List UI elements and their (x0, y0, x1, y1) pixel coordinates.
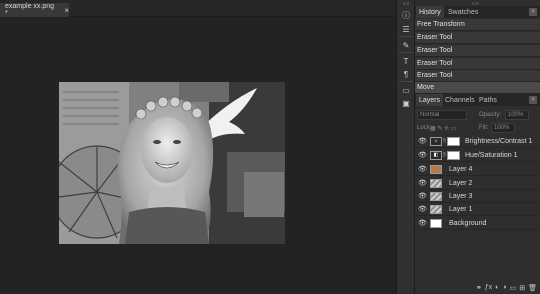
history-item[interactable]: Eraser Tool (415, 58, 540, 70)
layer-name: Layer 3 (449, 192, 473, 200)
canvas-area[interactable] (0, 17, 396, 294)
tab-channels[interactable]: Channels (442, 94, 478, 106)
new-folder-icon[interactable]: ▭ (510, 284, 517, 292)
history-tab-row: History Swatches × (415, 6, 540, 18)
character-icon[interactable]: T (399, 55, 413, 67)
strip-divider (399, 52, 413, 53)
fill-input[interactable]: 100% (491, 123, 515, 133)
paragraph-icon[interactable]: ¶ (399, 68, 413, 80)
layer-name: Brightness/Contrast 1 (465, 137, 533, 145)
canvas-image[interactable] (59, 82, 285, 244)
adjustment-layer-icon[interactable]: ◐ (495, 284, 499, 291)
link-chain-icon: § (443, 152, 446, 158)
adjustment-thumbnail: ◧ (430, 151, 442, 160)
photo-image (59, 82, 285, 244)
layer-effects-icon[interactable]: ƒx (485, 284, 492, 291)
document-tab-title: example xx.png * (5, 3, 55, 17)
layer-mask-thumbnail (447, 137, 460, 146)
add-mask-icon[interactable]: ◑ (502, 284, 506, 291)
info-icon[interactable]: ⓘ (399, 9, 413, 21)
layer-row[interactable]: 👁 Layer 2 (415, 177, 540, 190)
visibility-eye-icon[interactable]: 👁 (418, 205, 427, 213)
layer-name: Layer 1 (449, 205, 473, 213)
right-panels: «» History Swatches × Free Transform Era… (415, 0, 540, 294)
visibility-eye-icon[interactable]: 👁 (418, 192, 427, 200)
layer-name: Layer 2 (449, 179, 473, 187)
new-layer-icon[interactable]: ⊞ (519, 284, 525, 292)
visibility-eye-icon[interactable]: 👁 (418, 137, 427, 145)
image-properties-icon[interactable]: ▣ (399, 97, 413, 109)
visibility-eye-icon[interactable]: 👁 (418, 165, 427, 173)
opacity-label: Opacity: (479, 112, 502, 118)
tab-paths[interactable]: Paths (476, 94, 500, 106)
blend-mode-select[interactable]: Normal (417, 110, 467, 120)
history-item[interactable]: Eraser Tool (415, 70, 540, 82)
layer-name: Hue/Saturation 1 (465, 151, 518, 159)
visibility-eye-icon[interactable]: 👁 (418, 219, 427, 227)
tab-layers[interactable]: Layers (416, 94, 444, 106)
layer-mask-thumbnail (447, 151, 460, 160)
link-chain-icon: § (443, 138, 446, 144)
layers-tab-row: Layers Channels Paths × (415, 94, 540, 106)
opacity-input[interactable]: 100% (505, 110, 529, 120)
lock-icons[interactable]: ▦ ✎ ✛ ▭ (430, 125, 456, 132)
strip-divider (399, 81, 413, 82)
layer-thumbnail (430, 179, 442, 188)
strip-divider (399, 36, 413, 37)
history-item-current[interactable]: Move (415, 82, 540, 94)
history-item[interactable]: Eraser Tool (415, 32, 540, 44)
layer-name: Background (449, 219, 487, 227)
layer-row[interactable]: 👁 ☼ § Brightness/Contrast 1 (415, 135, 540, 148)
tab-swatches[interactable]: Swatches (445, 6, 481, 18)
lock-fill-row: Lock: ▦ ✎ ✛ ▭ Fill: 100% (415, 122, 540, 134)
layers-bottom-bar: ⚭ ƒx ◐ ◑ ▭ ⊞ 🗑 (415, 281, 540, 294)
layer-thumbnail (430, 165, 442, 174)
layer-thumbnail (430, 205, 442, 214)
menu-icon[interactable]: ☰ (399, 23, 413, 35)
document-tab-bar: example xx.png * × (0, 0, 396, 17)
tab-history[interactable]: History (416, 6, 444, 18)
blend-opacity-row: Normal Opacity: 100% (415, 109, 540, 121)
fill-label: Fill: (479, 125, 489, 131)
history-item[interactable]: Free Transform (415, 19, 540, 31)
close-history-panel-icon[interactable]: × (529, 8, 537, 16)
visibility-eye-icon[interactable]: 👁 (418, 151, 427, 159)
delete-layer-icon[interactable]: 🗑 (528, 284, 537, 292)
layer-row[interactable]: 👁 Layer 3 (415, 190, 540, 203)
link-layers-icon[interactable]: ⚭ (476, 284, 482, 292)
document-tab[interactable]: example xx.png * × (0, 3, 69, 17)
adjustment-thumbnail: ☼ (430, 137, 442, 146)
layer-name: Layer 4 (449, 165, 473, 173)
layer-row[interactable]: 👁 Background (415, 217, 540, 230)
close-layers-panel-icon[interactable]: × (529, 96, 537, 104)
layer-thumbnail (430, 219, 442, 228)
panel-icon-strip: «» ⓘ ☰ ✎ T ¶ ▭ ▣ (396, 0, 415, 294)
layer-thumbnail (430, 192, 442, 201)
brush-settings-icon[interactable]: ✎ (399, 39, 413, 51)
layer-row[interactable]: 👁 Layer 4 (415, 163, 540, 176)
layer-row[interactable]: 👁 Layer 1 (415, 203, 540, 216)
close-tab-icon[interactable]: × (64, 6, 69, 15)
strip-grip-icon[interactable]: «» (403, 1, 411, 7)
history-item[interactable]: Eraser Tool (415, 45, 540, 57)
layer-row[interactable]: 👁 ◧ § Hue/Saturation 1 (415, 149, 540, 162)
visibility-eye-icon[interactable]: 👁 (418, 179, 427, 187)
css-icon[interactable]: ▭ (399, 84, 413, 96)
